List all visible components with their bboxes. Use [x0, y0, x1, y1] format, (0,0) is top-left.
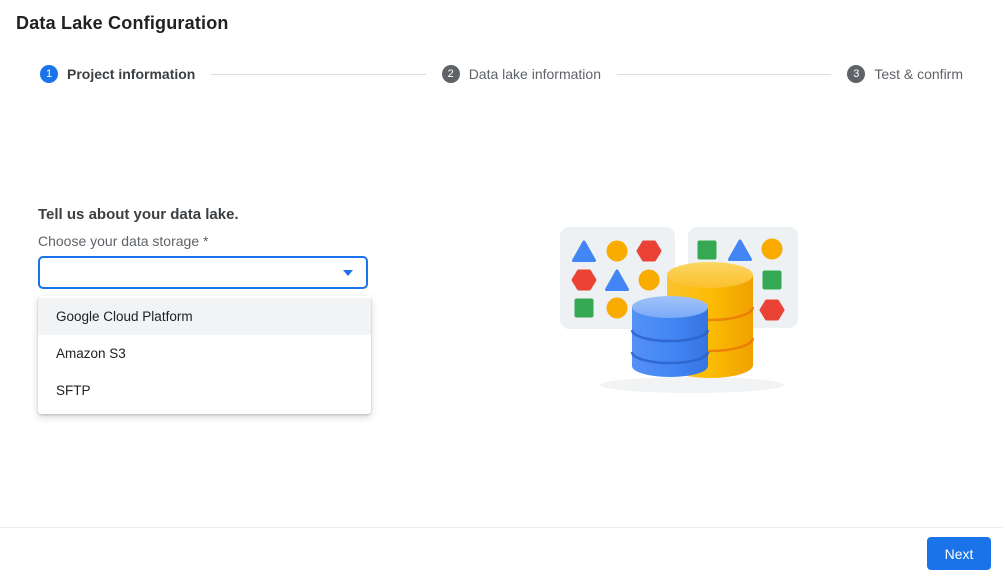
red-hexagon-icon [573, 271, 595, 289]
stepper: 1 Project information 2 Data lake inform… [40, 65, 963, 83]
stepper-connector [211, 74, 425, 75]
blue-database-icon [632, 296, 708, 377]
step-3-badge: 3 [847, 65, 865, 83]
next-button[interactable]: Next [927, 537, 991, 570]
page-title: Data Lake Configuration [16, 13, 229, 34]
step-data-lake-information[interactable]: 2 Data lake information [442, 65, 601, 83]
yellow-circle-icon [607, 298, 628, 319]
footer-divider [0, 527, 1003, 528]
data-storage-select[interactable] [38, 256, 368, 289]
dropdown-option-sftp[interactable]: SFTP [38, 372, 371, 409]
step-test-confirm[interactable]: 3 Test & confirm [847, 65, 963, 83]
dropdown-option-amazon-s3[interactable]: Amazon S3 [38, 335, 371, 372]
data-lake-illustration [540, 215, 820, 405]
stepper-connector [617, 74, 831, 75]
red-hexagon-icon [761, 301, 783, 319]
step-2-badge: 2 [442, 65, 460, 83]
dropdown-caret-icon [343, 270, 353, 276]
data-storage-dropdown-menu: Google Cloud Platform Amazon S3 SFTP [38, 296, 371, 414]
cylinder-shadow [600, 377, 784, 393]
data-storage-field-label: Choose your data storage * [38, 233, 208, 249]
dropdown-option-google-cloud-platform[interactable]: Google Cloud Platform [38, 298, 371, 335]
step-2-label: Data lake information [469, 66, 601, 82]
step-1-badge: 1 [40, 65, 58, 83]
step-project-information[interactable]: 1 Project information [40, 65, 195, 83]
red-hexagon-icon [638, 242, 660, 260]
step-1-label: Project information [67, 66, 195, 82]
green-square-icon [698, 241, 717, 260]
step-3-label: Test & confirm [874, 66, 963, 82]
yellow-circle-icon [607, 241, 628, 262]
green-square-icon [763, 271, 782, 290]
form-heading: Tell us about your data lake. [38, 206, 239, 223]
green-square-icon [575, 299, 594, 318]
yellow-circle-icon [639, 270, 660, 291]
yellow-circle-icon [762, 239, 783, 260]
